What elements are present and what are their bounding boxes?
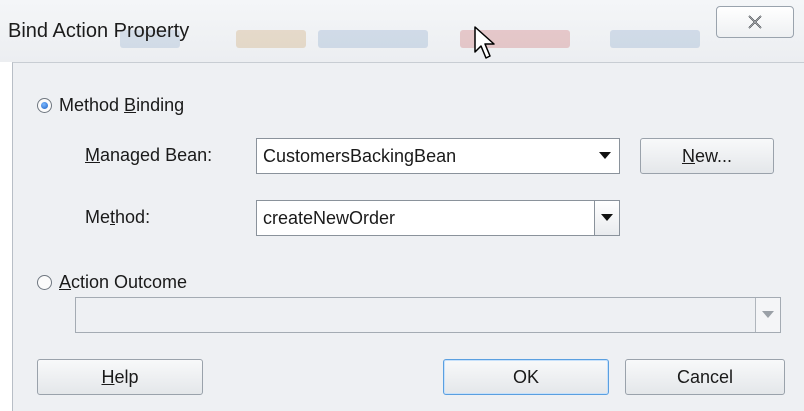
dialog-title: Bind Action Property bbox=[8, 20, 190, 42]
method-label: Method: bbox=[85, 207, 151, 227]
method-combobox[interactable]: createNewOrder bbox=[256, 200, 620, 236]
ok-button[interactable]: OK bbox=[443, 359, 609, 395]
chevron-down-icon[interactable] bbox=[594, 201, 619, 235]
action-outcome-label: Action Outcome bbox=[59, 272, 188, 292]
close-button[interactable] bbox=[716, 6, 794, 38]
chevron-down-icon bbox=[755, 298, 780, 332]
action-outcome-radio[interactable]: Action Outcome bbox=[37, 272, 187, 293]
chevron-down-icon bbox=[599, 152, 611, 159]
method-binding-radio[interactable]: Method Binding bbox=[37, 95, 184, 116]
action-outcome-combobox bbox=[75, 297, 781, 333]
cancel-button[interactable]: Cancel bbox=[625, 359, 785, 395]
title-bar: Bind Action Property bbox=[0, 0, 804, 62]
help-button[interactable]: Help bbox=[37, 359, 203, 395]
new-bean-button[interactable]: New... bbox=[640, 138, 774, 174]
managed-bean-select[interactable]: CustomersBackingBean bbox=[256, 138, 620, 174]
background-toolbar-blur bbox=[236, 30, 306, 48]
mouse-pointer-icon bbox=[474, 26, 495, 59]
dialog-body: Method Binding Managed Bean: CustomersBa… bbox=[12, 62, 804, 411]
method-binding-label: Method Binding bbox=[59, 95, 185, 115]
background-toolbar-blur bbox=[318, 30, 428, 48]
radio-selected-icon bbox=[37, 98, 52, 113]
radio-unselected-icon bbox=[37, 275, 52, 290]
background-toolbar-blur bbox=[610, 30, 700, 48]
managed-bean-label: Managed Bean: bbox=[85, 145, 213, 165]
close-x-icon bbox=[748, 15, 762, 29]
